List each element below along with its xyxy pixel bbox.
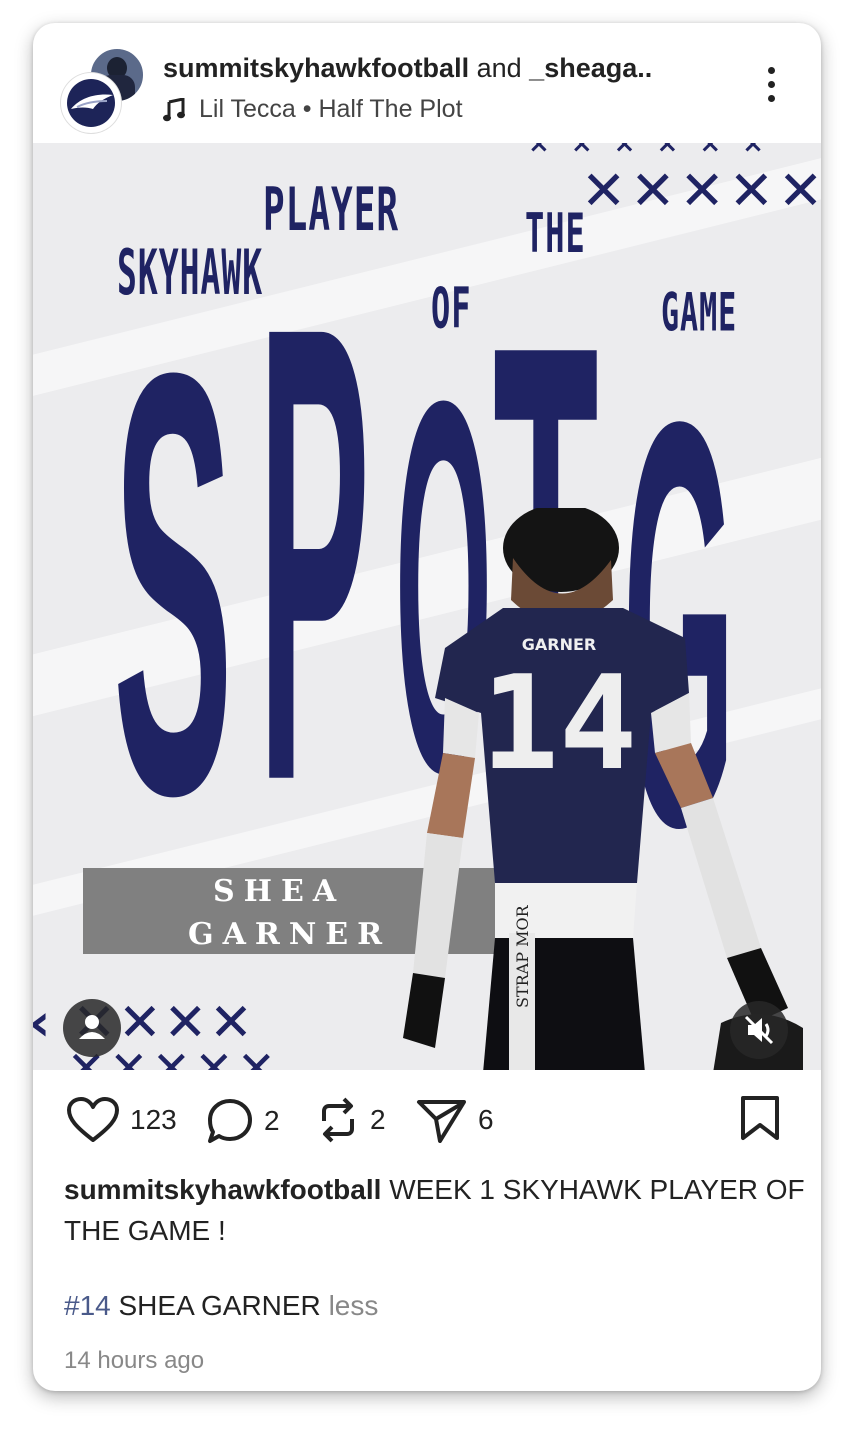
hashtag-link[interactable]: #14: [64, 1290, 111, 1321]
x-pattern-top-2: ✕✕✕✕✕: [581, 159, 821, 222]
comment-icon: [208, 1099, 252, 1143]
player-photo: STRAP MOR GARNER 14: [403, 508, 803, 1070]
mute-icon[interactable]: [730, 1001, 788, 1059]
x-pattern-top: × × × × × ×: [528, 143, 770, 159]
letter-p: P: [258, 191, 371, 916]
music-info[interactable]: Lil Tecca • Half The Plot: [163, 95, 463, 124]
authors-connector: and: [476, 53, 522, 83]
jersey-number: 14: [481, 647, 638, 799]
author-avatar[interactable]: [61, 73, 121, 133]
action-bar: 123 2 2 6: [33, 1070, 821, 1170]
post-timestamp: 14 hours ago: [64, 1347, 205, 1374]
user-tag-icon[interactable]: [63, 999, 121, 1057]
music-note-icon: [163, 97, 185, 121]
caption-player-name: SHEA GARNER: [118, 1290, 321, 1321]
less-link[interactable]: less: [329, 1290, 379, 1321]
letter-s: S: [113, 249, 234, 919]
music-title: Lil Tecca • Half The Plot: [199, 95, 463, 123]
post-authors[interactable]: summitskyhawkfootball and _sheaga..: [163, 53, 708, 84]
share-icon: [417, 1100, 466, 1143]
post-card: summitskyhawkfootball and _sheaga.. Lil …: [33, 23, 821, 1391]
author-username[interactable]: summitskyhawkfootball: [163, 53, 469, 83]
coauthor-username[interactable]: _sheaga..: [529, 53, 652, 83]
caption-author[interactable]: summitskyhawkfootball: [64, 1174, 381, 1205]
like-count: 123: [130, 1104, 177, 1135]
share-count: 6: [478, 1104, 494, 1135]
svg-text:STRAP MOR: STRAP MOR: [513, 904, 532, 1008]
share-button[interactable]: 6: [416, 1097, 494, 1143]
bookmark-icon[interactable]: [739, 1095, 781, 1141]
comment-count: 2: [264, 1105, 280, 1136]
post-media[interactable]: × × × × × × ✕✕✕✕✕ SKYHAWK PLAYER OF THE …: [33, 143, 821, 1070]
repost-count: 2: [370, 1104, 386, 1135]
more-icon[interactable]: [763, 67, 779, 107]
like-button[interactable]: 123: [66, 1097, 177, 1143]
heart-icon: [67, 1097, 119, 1142]
comment-button[interactable]: 2: [206, 1097, 280, 1145]
post-header: summitskyhawkfootball and _sheaga.. Lil …: [33, 23, 821, 143]
caption-line2: #14 SHEA GARNER less: [64, 1290, 378, 1322]
caption: summitskyhawkfootball WEEK 1 SKYHAWK PLA…: [64, 1169, 809, 1251]
repost-icon: [322, 1097, 354, 1143]
repost-button[interactable]: 2: [316, 1097, 386, 1143]
